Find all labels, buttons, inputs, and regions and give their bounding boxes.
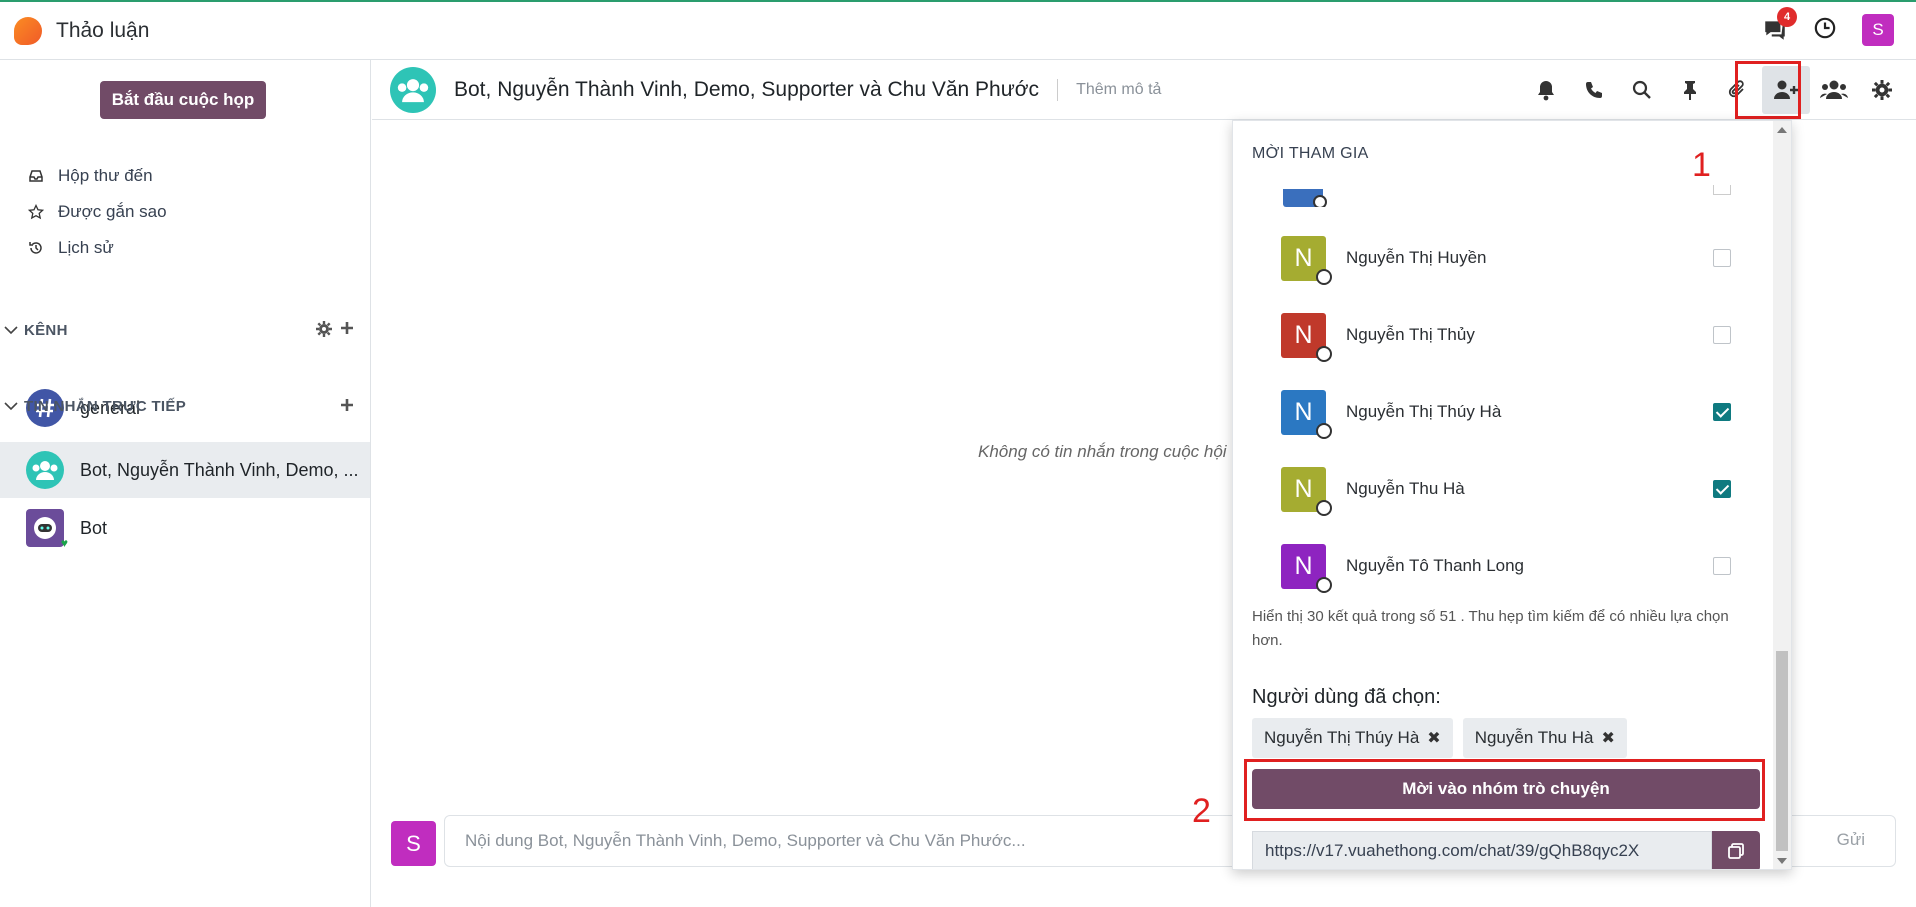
list-item[interactable]: N Nguyễn Thu Hà — [1281, 466, 1731, 516]
app-title[interactable]: Thảo luận — [56, 19, 149, 43]
chevron-down-icon — [4, 398, 18, 415]
user-avatar[interactable]: S — [1862, 14, 1894, 46]
messages-icon[interactable]: 4 — [1762, 7, 1797, 43]
user-name: Nguyễn Thị Thúy Hà — [1346, 402, 1502, 421]
channel-settings-gear-icon[interactable] — [316, 320, 332, 341]
composer-avatar: S — [391, 821, 436, 866]
sidebar-item-label: Hộp thư đến — [58, 166, 153, 185]
avatar: N — [1281, 389, 1332, 439]
remove-chip-close-icon[interactable]: ✖ — [1601, 728, 1614, 748]
top-navbar: Thảo luận 4 S — [0, 0, 1916, 60]
thread-toolbar — [1522, 60, 1916, 120]
messages-badge: 4 — [1777, 7, 1797, 27]
user-name: Nguyễn Thu Hà — [1346, 479, 1465, 498]
add-channel-plus-icon[interactable] — [340, 321, 354, 341]
app-logo-icon[interactable] — [14, 16, 42, 45]
online-heart-icon: ♥ — [60, 536, 68, 550]
dm-bot[interactable]: ♥ Bot — [0, 500, 370, 556]
scroll-down-arrow-icon[interactable] — [1777, 858, 1787, 864]
list-item[interactable]: N Nguyễn Thị Huyền — [1281, 235, 1731, 285]
copy-link-icon[interactable] — [1712, 831, 1760, 869]
sidebar-item-label: Được gắn sao — [58, 202, 167, 221]
scroll-thumb[interactable] — [1776, 651, 1788, 851]
phone-call-icon[interactable] — [1570, 66, 1618, 114]
user-checkbox[interactable] — [1713, 403, 1731, 421]
status-circle-icon — [1316, 499, 1332, 516]
empty-thread-message: Không có tin nhắn trong cuộc hội — [978, 442, 1227, 461]
panel-scrollbar[interactable] — [1773, 121, 1791, 869]
dm-label: Bot, Nguyễn Thành Vinh, Demo, ... — [80, 459, 359, 480]
star-icon — [28, 204, 44, 220]
invite-link-field[interactable]: https://v17.vuahethong.com/chat/39/gQhB8… — [1252, 831, 1712, 869]
annotation-step-1: 1 — [1692, 146, 1711, 184]
channels-section-header[interactable]: KÊNH — [4, 320, 354, 341]
sidebar-item-inbox[interactable]: Hộp thư đến — [28, 166, 153, 186]
selected-users-title: Người dùng đã chọn: — [1252, 686, 1441, 708]
partial-checkbox[interactable] — [1713, 185, 1731, 195]
list-item[interactable]: N Nguyễn Tô Thanh Long — [1281, 543, 1731, 593]
composer-placeholder: Nội dung Bot, Nguyễn Thành Vinh, Demo, S… — [465, 831, 1026, 850]
members-list-icon[interactable] — [1810, 66, 1858, 114]
send-button[interactable]: Gửi — [1837, 830, 1865, 850]
bot-avatar-icon: ♥ — [26, 509, 68, 550]
history-icon — [29, 242, 42, 254]
user-name: Nguyễn Tô Thanh Long — [1346, 556, 1525, 575]
settings-gear-icon[interactable] — [1858, 66, 1906, 114]
discuss-sidebar: Bắt đầu cuộc họp Hộp thư đến Được gắn sa… — [0, 60, 371, 907]
dm-group-chat[interactable]: Bot, Nguyễn Thành Vinh, Demo, ... — [0, 442, 370, 498]
invite-panel-title: MỜI THAM GIA — [1252, 145, 1369, 162]
avatar: N — [1281, 466, 1332, 516]
results-hint: Hiển thị 30 kết quả trong số 51 . Thu hẹ… — [1252, 608, 1729, 649]
user-checkbox[interactable] — [1713, 480, 1731, 498]
systray: 4 S — [1762, 7, 1894, 46]
user-checkbox[interactable] — [1713, 249, 1731, 267]
partial-user-row — [1283, 189, 1327, 207]
sidebar-item-history[interactable]: Lịch sử — [28, 238, 114, 258]
user-name: Nguyễn Thị Huyền — [1346, 248, 1487, 267]
status-circle-icon — [1316, 422, 1332, 439]
scroll-up-arrow-icon[interactable] — [1777, 127, 1787, 133]
selected-user-chip: Nguyễn Thu Hà ✖ — [1462, 718, 1627, 758]
dm-label: Bot — [80, 517, 108, 538]
start-meeting-button[interactable]: Bắt đầu cuộc họp — [100, 81, 266, 119]
remove-chip-close-icon[interactable]: ✖ — [1427, 728, 1440, 748]
user-name: Nguyễn Thị Thủy — [1346, 325, 1475, 344]
annotation-highlight-box — [1735, 61, 1801, 119]
invite-popover: MỜI THAM GIA N Nguyễn Thị Huyền N Nguyễn… — [1232, 120, 1792, 870]
annotation-highlight-box — [1244, 759, 1765, 821]
avatar: N — [1281, 235, 1332, 285]
user-checkbox[interactable] — [1713, 326, 1731, 344]
chevron-down-icon — [4, 322, 18, 339]
search-icon[interactable] — [1618, 66, 1666, 114]
add-dm-plus-icon[interactable] — [340, 398, 354, 416]
selected-user-chip: Nguyễn Thị Thúy Hà ✖ — [1252, 718, 1453, 758]
status-circle-icon — [1316, 576, 1332, 593]
sidebar-item-starred[interactable]: Được gắn sao — [28, 202, 167, 222]
activity-clock-icon[interactable] — [1814, 17, 1836, 44]
avatar: N — [1281, 312, 1332, 362]
thread-description-input[interactable]: Thêm mô tả — [1076, 81, 1161, 99]
avatar: N — [1281, 543, 1332, 593]
notification-bell-icon[interactable] — [1522, 66, 1570, 114]
user-checkbox[interactable] — [1713, 557, 1731, 575]
group-avatar-icon — [26, 451, 64, 489]
sidebar-item-label: Lịch sử — [58, 238, 114, 257]
annotation-step-2: 2 — [1192, 792, 1211, 830]
divider — [1057, 78, 1059, 101]
list-item[interactable]: N Nguyễn Thị Thúy Hà — [1281, 389, 1731, 439]
channels-header-label: KÊNH — [24, 322, 68, 339]
pin-icon[interactable] — [1666, 66, 1714, 114]
list-item[interactable]: N Nguyễn Thị Thủy — [1281, 312, 1731, 362]
direct-messages-section-header[interactable]: TIN NHẮN TRỰC TIẾP — [4, 398, 354, 415]
inbox-icon — [29, 170, 43, 182]
dm-header-label: TIN NHẮN TRỰC TIẾP — [24, 398, 187, 415]
thread-header: Bot, Nguyễn Thành Vinh, Demo, Supporter … — [372, 60, 1916, 120]
group-avatar-icon — [390, 66, 436, 113]
status-circle-icon — [1316, 268, 1332, 285]
status-circle-icon — [1316, 345, 1332, 362]
selected-users-list: Nguyễn Thị Thúy Hà ✖ Nguyễn Thu Hà ✖ — [1252, 718, 1627, 758]
thread-title[interactable]: Bot, Nguyễn Thành Vinh, Demo, Supporter … — [454, 78, 1039, 102]
